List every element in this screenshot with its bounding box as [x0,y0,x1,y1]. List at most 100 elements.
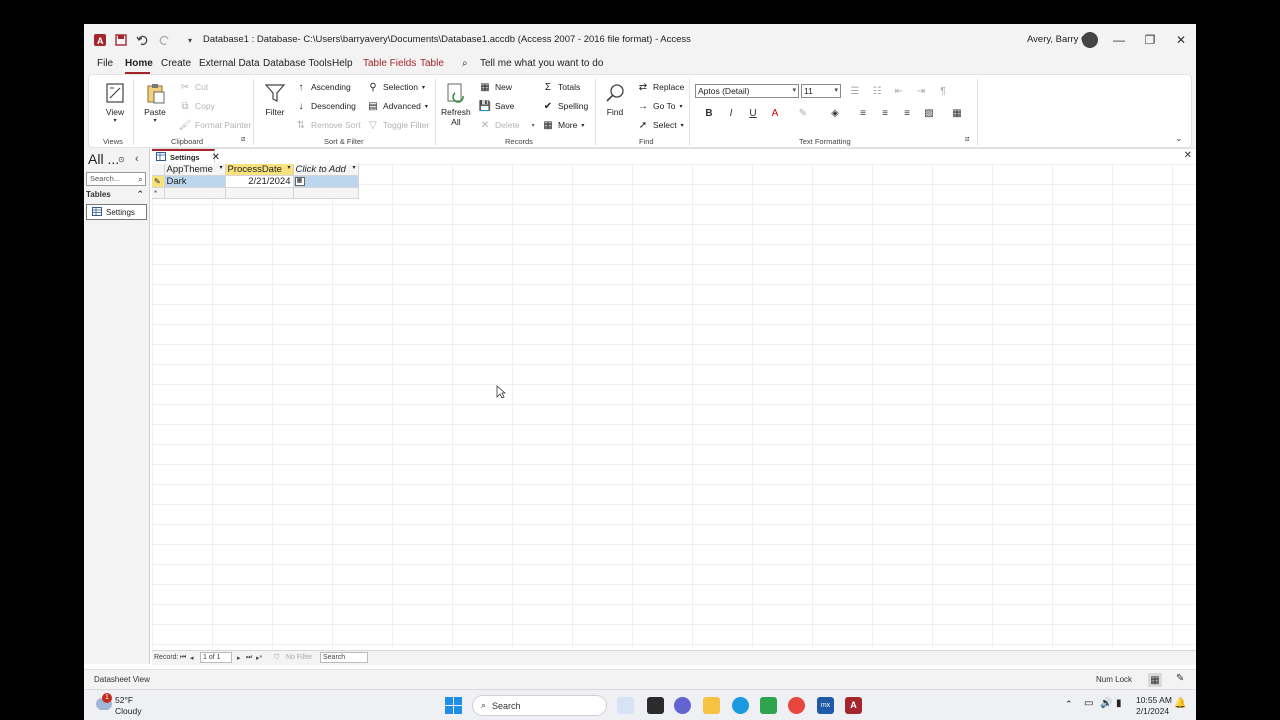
alt-row-color-icon[interactable]: ▨ [923,108,935,119]
tab-create[interactable]: Create [161,58,191,69]
select-button[interactable]: ➚ Select ▾ [637,119,684,131]
new-blank-record-icon[interactable]: ▸* [256,654,262,662]
table-row[interactable]: ✎ Dark 2/21/2024 ▦ [152,175,359,188]
totals-button[interactable]: Σ Totals [542,81,580,93]
undo-icon[interactable] [134,32,150,48]
numbering-icon[interactable]: ☷ [871,86,883,97]
fill-color-icon[interactable]: ◈ [829,108,841,119]
tab-help[interactable]: Help [332,58,353,69]
cut-button[interactable]: ✂ Cut [179,81,208,93]
tab-file[interactable]: File [97,58,113,69]
tell-me-search[interactable]: Tell me what you want to do [480,58,603,69]
access-taskbar-icon[interactable]: A [845,697,862,714]
filter-button[interactable]: Filter [263,81,287,117]
nav-item-settings[interactable]: Settings [86,204,147,220]
new-cell-click-to-add[interactable] [293,187,359,199]
clipboard-launcher-icon[interactable]: ⧄ [241,136,245,144]
delete-record-button[interactable]: ✕ Delete ▾ [479,119,535,131]
clock-time[interactable]: 10:55 AM [1136,695,1172,705]
chrome-browser-icon[interactable] [788,697,805,714]
last-record-icon[interactable]: ⏭ [246,654,252,662]
paste-button[interactable]: Paste ▾ [143,81,167,124]
chevron-down-icon[interactable]: ▾ [287,164,290,171]
spelling-button[interactable]: ✔ Spelling [542,100,588,112]
bold-icon[interactable]: B [703,108,715,119]
shutter-bar-icon[interactable]: ‹ [135,153,139,165]
format-painter-button[interactable]: 🖌 Format Painter [179,119,252,131]
tray-overflow-icon[interactable]: ⌃ [1065,699,1073,710]
next-record-icon[interactable]: ▸ [237,654,241,662]
save-record-button[interactable]: 💾 Save [479,100,515,112]
highlight-icon[interactable]: ✎ [797,108,809,119]
user-name[interactable]: Avery, Barry C [1027,34,1088,45]
edge-browser-icon[interactable] [732,697,749,714]
column-header-apptheme[interactable]: AppTheme ▾ [164,164,226,176]
prev-record-icon[interactable]: ◂ [190,654,194,662]
tab-external-data[interactable]: External Data [199,58,260,69]
refresh-all-button[interactable]: Refresh All [441,81,471,127]
avatar[interactable] [1082,32,1098,48]
view-button[interactable]: View ▾ [103,81,127,124]
tab-table-fields[interactable]: Table Fields [363,58,416,69]
filter-status[interactable]: No Filter [286,654,312,661]
align-center-icon[interactable]: ≡ [879,108,891,119]
cell-apptheme[interactable]: Dark [164,175,226,188]
replace-button[interactable]: ⇄ Replace [637,81,684,93]
notification-bell-icon[interactable]: 🔔 [1174,698,1186,709]
nav-pane-title[interactable]: All ... [88,151,119,167]
new-cell-apptheme[interactable] [164,187,226,199]
teams-chat-icon[interactable] [674,697,691,714]
tab-database-tools[interactable]: Database Tools [263,58,332,69]
mx-app-icon[interactable]: mx [817,697,834,714]
close-tab-icon[interactable]: ✕ [212,152,220,163]
italic-icon[interactable]: I [725,108,737,119]
column-header-processdate[interactable]: ProcessDate ▾ [225,164,294,176]
increase-indent-icon[interactable]: ⇥ [915,86,927,97]
find-button[interactable]: Find [603,81,627,117]
tab-settings-table[interactable]: Settings ✕ [152,149,220,163]
store-icon[interactable] [760,697,777,714]
align-left-icon[interactable]: ≡ [857,108,869,119]
copy-button[interactable]: ⧉ Copy [179,100,214,112]
chevron-down-icon[interactable]: ▾ [352,164,355,171]
save-icon[interactable] [113,32,129,48]
new-cell-processdate[interactable] [225,187,294,199]
descending-button[interactable]: ↓ Descending [295,100,356,112]
customize-qat-icon[interactable]: ▾ [182,32,198,48]
toggle-filter-button[interactable]: ▽ Toggle Filter [367,119,429,131]
column-header-click-to-add[interactable]: Click to Add ▾ [293,164,359,176]
selection-button[interactable]: ⚲ Selection ▾ [367,81,425,93]
network-icon[interactable]: ▭ [1084,698,1093,709]
new-record-row[interactable]: * [152,187,359,199]
record-position-input[interactable]: 1 of 1 [200,652,232,663]
select-all-cell[interactable] [152,164,165,176]
more-button[interactable]: ▦ More ▾ [542,119,584,131]
gridlines-icon[interactable]: ▦ [951,108,963,119]
font-size-combo[interactable]: 11 ▾ [801,84,841,98]
underline-icon[interactable]: U [747,108,759,119]
minimize-icon[interactable]: — [1109,30,1129,50]
remove-sort-button[interactable]: ⇅ Remove Sort [295,119,361,131]
file-explorer-icon[interactable] [703,697,720,714]
bullets-icon[interactable]: ☰ [849,86,861,97]
record-editing-icon[interactable]: ✎ [152,175,165,188]
close-document-icon[interactable]: ✕ [1184,150,1192,161]
decrease-indent-icon[interactable]: ⇤ [893,86,905,97]
nav-menu-icon[interactable]: ⊙ [118,155,125,164]
chevron-down-icon[interactable]: ▾ [219,164,222,171]
advanced-button[interactable]: ▤ Advanced ▾ [367,100,428,112]
align-right-icon[interactable]: ≡ [901,108,913,119]
text-formatting-launcher-icon[interactable]: ⧄ [965,136,969,144]
ascending-button[interactable]: ↑ Ascending [295,81,351,93]
close-icon[interactable]: ✕ [1171,30,1191,50]
new-record-button[interactable]: ▦ New [479,81,512,93]
taskbar-search-box[interactable]: ⌕ Search [472,695,607,716]
weather-desc[interactable]: Cloudy [115,706,141,716]
collapse-ribbon-icon[interactable]: ⌄ [1175,133,1183,144]
rtl-icon[interactable]: ¶ [937,86,949,97]
volume-icon[interactable]: 🔊 [1100,698,1112,709]
nav-section-tables[interactable]: Tables ⌃ [86,189,146,202]
restore-icon[interactable]: ❐ [1140,30,1160,50]
terminal-icon[interactable] [647,697,664,714]
task-view-icon[interactable] [617,697,634,714]
